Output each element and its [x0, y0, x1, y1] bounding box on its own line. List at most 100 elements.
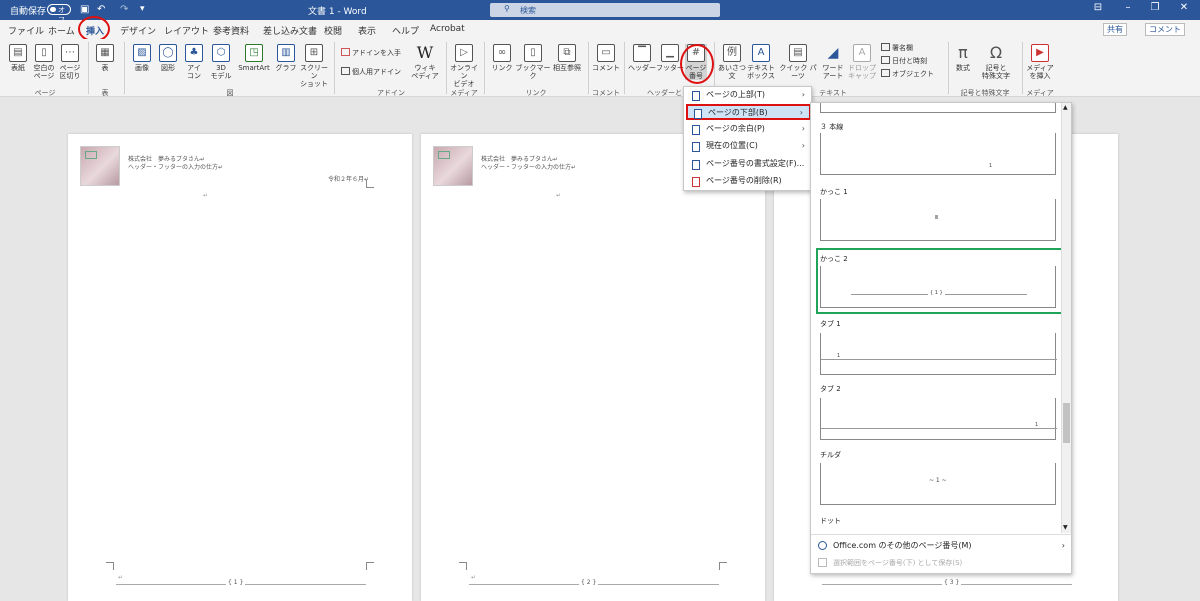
- header-line-1: 株式会社 夢みるブタさん↵: [481, 156, 559, 163]
- cover-page-button[interactable]: ▤ 表紙: [8, 44, 28, 72]
- gallery-preview-partial: [820, 103, 1056, 113]
- customize-qat-icon[interactable]: ▾: [140, 4, 145, 14]
- scroll-up-icon[interactable]: ▲: [1063, 104, 1068, 111]
- document-title: 文書 1 - Word: [308, 7, 367, 17]
- gallery-item-tilde[interactable]: ~ 1 ~: [820, 463, 1056, 505]
- tab-view[interactable]: 表示: [358, 24, 376, 37]
- gallery-scrollbar[interactable]: ▲ ▼: [1061, 103, 1071, 533]
- signature-line-button[interactable]: 署名欄: [881, 43, 913, 54]
- header-button[interactable]: ▔ ヘッダー: [628, 44, 656, 72]
- insert-media-button[interactable]: ▶ メディア を挿入: [1026, 44, 1054, 80]
- margin-corner: [719, 562, 727, 570]
- menu-item-page-margins[interactable]: ページの余白(P) ›: [686, 122, 811, 138]
- wordart-button[interactable]: ◢ ワード アート: [820, 44, 846, 80]
- menu-item-current-position[interactable]: 現在の位置(C) ›: [686, 139, 811, 155]
- online-video-button[interactable]: ▷ オンライン ビデオ: [449, 44, 479, 88]
- tab-design[interactable]: デザイン: [120, 24, 156, 37]
- link-label: リンク: [491, 64, 513, 72]
- page-2[interactable]: 株式会社 夢みるブタさん↵ ヘッダー・フッターの入力の仕方↵ ↵ ↵ { 2 }: [421, 134, 765, 601]
- quick-parts-button[interactable]: ▤ クイック パーツ: [778, 44, 818, 80]
- tab-home[interactable]: ホーム: [48, 24, 75, 37]
- dropcap-label: ドロップ キャップ: [848, 64, 876, 80]
- tab-references[interactable]: 参考資料: [213, 24, 249, 37]
- group-table: 表: [101, 89, 109, 97]
- online-video-label: オンライン ビデオ: [450, 64, 478, 88]
- tab-mailings[interactable]: 差し込み文書: [263, 24, 317, 37]
- comment-insert-button[interactable]: ▭ コメント: [592, 44, 620, 72]
- title-bar: 自動保存 オフ ▣ ↶ ↷ ▾ 文書 1 - Word ⚲ 検索 ⊟ – ❐ ✕: [0, 0, 1200, 24]
- 3d-model-button[interactable]: ⬡ 3D モデル: [208, 44, 234, 80]
- bookmark-label: ブックマーク: [515, 64, 551, 80]
- autosave-toggle[interactable]: オフ: [47, 4, 71, 24]
- comment-button[interactable]: コメント: [1145, 23, 1185, 36]
- greeting-button[interactable]: 例あいさつ 文: [718, 44, 746, 80]
- menu-item-bottom-of-page[interactable]: ページの下部(B) ›: [686, 104, 811, 120]
- symbol-button[interactable]: Ω 記号と 特殊文字: [976, 43, 1016, 81]
- get-addins-button[interactable]: アドインを入手: [341, 48, 401, 59]
- object-icon: [881, 69, 890, 77]
- gallery-item-tab-2[interactable]: 1: [820, 398, 1057, 440]
- screenshot-button[interactable]: ⊞ スクリーン ショット: [299, 44, 329, 88]
- menu-item-format-page-numbers[interactable]: ページ番号の書式設定(F)...: [686, 157, 811, 173]
- ribbon-tabs: ファイル ホーム 挿入 デザイン レイアウト 参考資料 差し込み文書 校閲 表示…: [0, 20, 1200, 41]
- minimize-icon[interactable]: –: [1118, 2, 1138, 18]
- chart-button[interactable]: ▥ グラフ: [275, 44, 297, 72]
- tab-file[interactable]: ファイル: [8, 24, 44, 37]
- menu-item-top-of-page[interactable]: ページの上部(T) ›: [686, 88, 811, 104]
- separator: [334, 42, 335, 94]
- redo-icon[interactable]: ↷: [120, 4, 128, 15]
- shapes-button[interactable]: ◯ 図形: [157, 44, 179, 72]
- page-break-button[interactable]: ⋯ ページ 区切り: [58, 44, 82, 80]
- quick-parts-icon: ▤: [789, 44, 807, 62]
- gallery-item-tab-1[interactable]: 1: [820, 333, 1057, 375]
- table-label: 表: [101, 64, 109, 72]
- chevron-right-icon: ›: [801, 141, 805, 150]
- separator: [484, 42, 485, 94]
- scroll-down-icon[interactable]: ▼: [1063, 524, 1068, 531]
- paragraph-mark: ↵: [118, 574, 124, 581]
- scrollbar-thumb[interactable]: [1063, 403, 1070, 443]
- tab-review[interactable]: 校閲: [324, 24, 342, 37]
- restore-icon[interactable]: ❐: [1145, 2, 1165, 18]
- bookmark-button[interactable]: ▯ ブックマーク: [515, 44, 551, 80]
- wikipedia-button[interactable]: W ウィキ ペディア: [410, 44, 440, 81]
- dropcap-icon: A: [853, 44, 871, 62]
- page-1[interactable]: 株式会社 夢みるブタさん↵ ヘッダー・フッターの入力の仕方↵ 令和２年６月↵ ↵ …: [68, 134, 412, 601]
- my-addins-button[interactable]: 個人用アドイン: [341, 67, 401, 78]
- tab-acrobat[interactable]: Acrobat: [430, 24, 465, 34]
- save-icon[interactable]: ▣: [80, 4, 89, 15]
- textbox-button[interactable]: A テキスト ボックス: [746, 44, 776, 80]
- insert-media-label: メディア を挿入: [1026, 64, 1054, 80]
- page-number-menu: ページの上部(T) › ページの下部(B) › ページの余白(P) › 現在の位置(C…: [683, 86, 812, 191]
- dropcap-button[interactable]: A ドロップ キャップ: [848, 44, 876, 80]
- icons-button[interactable]: ♣ アイ コン: [183, 44, 205, 80]
- gallery-item-three-lines[interactable]: 1: [820, 133, 1056, 175]
- close-icon[interactable]: ✕: [1174, 2, 1194, 18]
- menu-item-remove-page-numbers[interactable]: ページ番号の削除(R): [686, 174, 811, 190]
- omega-icon: Ω: [989, 43, 1003, 62]
- smartart-button[interactable]: ◳ SmartArt: [236, 44, 272, 72]
- separator: [624, 42, 625, 94]
- object-button[interactable]: オブジェクト: [881, 69, 934, 80]
- blank-page-icon: ▯: [35, 44, 53, 62]
- date-time-button[interactable]: 日付と時刻: [881, 56, 927, 67]
- ribbon-display-icon[interactable]: ⊟: [1088, 2, 1108, 18]
- separator: [588, 42, 589, 94]
- my-addins-label: 個人用アドイン: [352, 68, 401, 76]
- equation-button[interactable]: π 数式: [952, 44, 974, 73]
- tab-help[interactable]: ヘルプ: [392, 24, 419, 37]
- paragraph-mark: ↵: [471, 574, 477, 581]
- gallery-item-brackets-1[interactable]: Ⅲ: [820, 199, 1056, 241]
- share-button[interactable]: 共有: [1103, 23, 1127, 36]
- page-icon: [694, 109, 702, 119]
- more-page-numbers-item[interactable]: Office.com のその他のページ番号(M) ›: [811, 537, 1071, 555]
- tab-layout[interactable]: レイアウト: [164, 24, 209, 37]
- cross-reference-button[interactable]: ⧉ 相互参照: [552, 44, 582, 72]
- table-button[interactable]: ▦ 表: [94, 44, 116, 72]
- save-selection-item[interactable]: 選択範囲をページ番号(下) として保存(S): [811, 554, 1071, 572]
- undo-icon[interactable]: ↶: [97, 4, 105, 15]
- blank-page-button[interactable]: ▯ 空白の ページ: [32, 44, 56, 80]
- search-box[interactable]: ⚲ 検索: [490, 3, 720, 17]
- picture-button[interactable]: ▨ 画像: [131, 44, 153, 72]
- link-button[interactable]: ∞ リンク: [489, 44, 515, 72]
